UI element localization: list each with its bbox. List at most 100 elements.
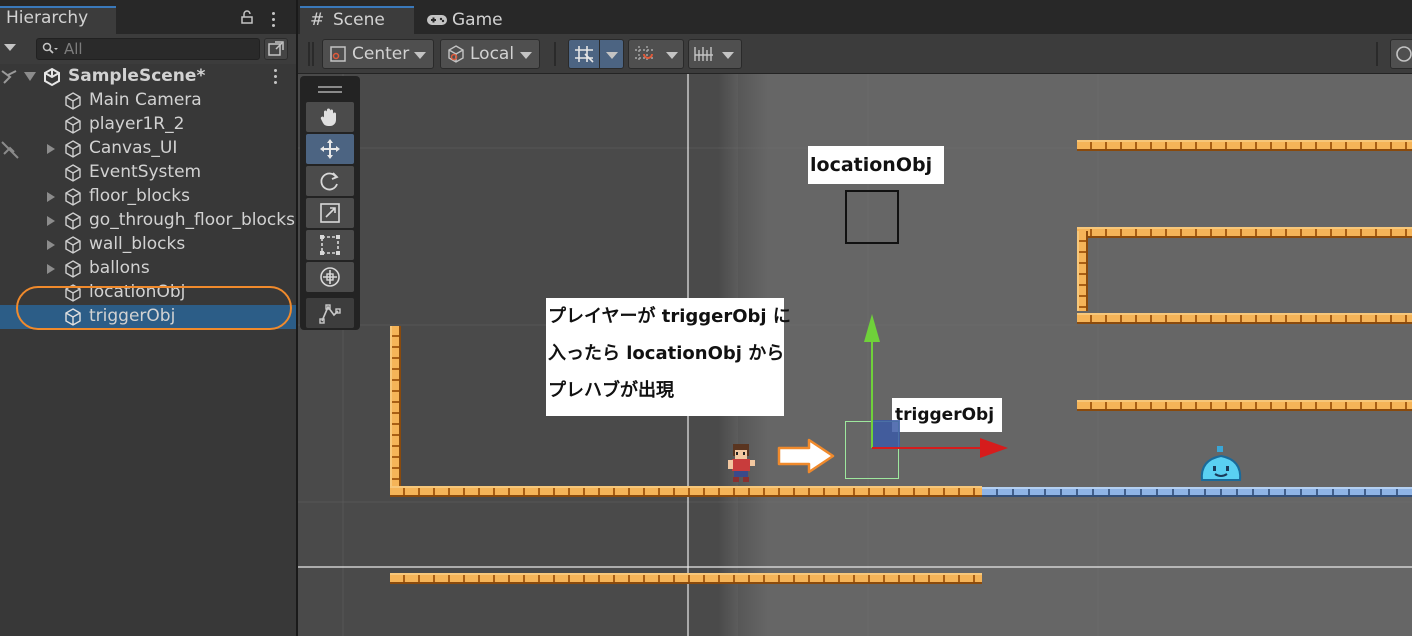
increment-settings-dropdown[interactable] bbox=[688, 39, 742, 69]
hierarchy-item-player[interactable]: player1R_2 bbox=[0, 113, 296, 137]
gameobject-icon bbox=[65, 212, 81, 230]
hand-tool-button[interactable] bbox=[306, 102, 354, 132]
floor-block bbox=[1077, 140, 1412, 151]
tab-game[interactable]: Game bbox=[420, 6, 520, 34]
explanation-callout: プレイヤーが triggerObj に 入ったら locationObj から … bbox=[546, 298, 791, 416]
hierarchy-item-label: go_through_floor_blocks bbox=[89, 210, 295, 230]
scene-root-row[interactable]: SampleScene* bbox=[0, 65, 296, 89]
floor-block bbox=[390, 573, 982, 584]
dropdown-arrow-icon bbox=[722, 52, 734, 59]
orbit-icon bbox=[1396, 46, 1412, 62]
hierarchy-item-wall-blocks[interactable]: wall_blocks bbox=[0, 233, 296, 257]
tools-grip[interactable] bbox=[318, 91, 342, 93]
hierarchy-item-label: floor_blocks bbox=[89, 186, 190, 206]
location-obj-marker[interactable] bbox=[845, 190, 899, 244]
expand-arrow-icon[interactable] bbox=[47, 216, 55, 226]
floor-block bbox=[1077, 227, 1412, 238]
tab-scene[interactable]: # Scene bbox=[300, 6, 414, 34]
expand-arrow-icon[interactable] bbox=[47, 240, 55, 250]
tools-grip[interactable] bbox=[318, 86, 342, 88]
location-obj-label: locationObj bbox=[808, 146, 944, 184]
tab-scene-label: Scene bbox=[333, 10, 385, 30]
editor-tool-icon bbox=[319, 304, 341, 324]
rect-tool-button[interactable] bbox=[306, 230, 354, 260]
scene-visibility-icon[interactable] bbox=[0, 67, 20, 87]
hierarchy-item-label: Main Camera bbox=[89, 90, 202, 110]
slime-sprite bbox=[1200, 446, 1242, 481]
wall-block bbox=[390, 326, 401, 489]
floor-block bbox=[1077, 400, 1412, 411]
rotate-tool-button[interactable] bbox=[306, 166, 354, 196]
player-sprite bbox=[728, 444, 755, 482]
expand-arrow-icon[interactable] bbox=[47, 264, 55, 274]
gameobject-icon bbox=[65, 164, 81, 182]
tab-game-label: Game bbox=[452, 10, 503, 30]
wall-block bbox=[1077, 231, 1088, 311]
scale-tool-button[interactable] bbox=[306, 198, 354, 228]
hierarchy-item-label: EventSystem bbox=[89, 162, 202, 182]
callout-line: プレイヤーが triggerObj に bbox=[548, 306, 791, 327]
pivot-center-dropdown[interactable]: Center bbox=[322, 39, 434, 69]
hierarchy-item-label: wall_blocks bbox=[89, 234, 186, 254]
dropdown-arrow-icon bbox=[606, 52, 618, 59]
toolbar-separator bbox=[1376, 42, 1378, 66]
hierarchy-item-canvas-ui[interactable]: Canvas_UI bbox=[0, 137, 296, 161]
unity-scene-icon bbox=[44, 67, 60, 87]
grid-snap-icon bbox=[575, 46, 594, 63]
increment-snap-icon bbox=[635, 46, 653, 62]
gameobject-icon bbox=[65, 92, 81, 110]
grid-snap-toggle[interactable] bbox=[568, 39, 624, 69]
ruler-icon bbox=[694, 47, 713, 61]
gizmo-y-arrow bbox=[864, 314, 880, 342]
scale-icon bbox=[320, 203, 340, 223]
hierarchy-item-main-camera[interactable]: Main Camera bbox=[0, 89, 296, 113]
custom-tool-button[interactable] bbox=[306, 298, 354, 328]
scene-visibility-button[interactable] bbox=[1390, 39, 1412, 69]
hierarchy-menu-icon[interactable] bbox=[272, 12, 276, 30]
scene-grid-icon: # bbox=[310, 10, 325, 30]
direction-arrow-icon bbox=[777, 438, 835, 474]
dropdown-arrow-icon bbox=[414, 52, 426, 59]
floor-block bbox=[390, 486, 982, 497]
hierarchy-item-label: player1R_2 bbox=[89, 114, 185, 134]
scene-toolbar: Center Local bbox=[298, 34, 1412, 74]
gizmo-x-arrow bbox=[980, 438, 1008, 458]
scene-menu-icon[interactable] bbox=[274, 69, 278, 87]
toolbar-grip[interactable] bbox=[312, 42, 314, 66]
dropdown-arrow-icon bbox=[520, 52, 532, 59]
hierarchy-item-ballons[interactable]: ballons bbox=[0, 257, 296, 281]
search-expand-button[interactable] bbox=[264, 38, 288, 60]
hand-icon bbox=[320, 108, 336, 126]
transform-tool-button[interactable] bbox=[306, 262, 354, 292]
move-icon bbox=[320, 139, 340, 159]
local-rotation-icon bbox=[448, 45, 464, 63]
center-pivot-icon bbox=[330, 46, 346, 62]
hierarchy-item-label: Canvas_UI bbox=[89, 138, 178, 158]
toolbar-grip[interactable] bbox=[308, 42, 310, 66]
toolbar-separator bbox=[554, 42, 556, 66]
hierarchy-item-floor-blocks[interactable]: floor_blocks bbox=[0, 185, 296, 209]
gamepad-icon bbox=[427, 15, 447, 25]
pivot-rotation-dropdown[interactable]: Local bbox=[440, 39, 540, 69]
pivot-rotation-label: Local bbox=[470, 44, 515, 64]
scene-name: SampleScene* bbox=[68, 66, 206, 86]
hierarchy-title: Hierarchy bbox=[6, 8, 89, 28]
lock-icon[interactable] bbox=[240, 10, 254, 24]
expand-arrow-icon[interactable] bbox=[47, 144, 55, 154]
expand-arrow-icon[interactable] bbox=[47, 192, 55, 202]
gameobject-icon bbox=[65, 260, 81, 278]
move-gizmo[interactable] bbox=[860, 312, 1010, 462]
rect-transform-icon bbox=[320, 235, 340, 255]
expand-icon bbox=[268, 41, 284, 56]
gameobject-icon bbox=[65, 188, 81, 206]
search-icon bbox=[42, 42, 58, 54]
move-tool-button[interactable] bbox=[306, 134, 354, 164]
create-dropdown-icon[interactable] bbox=[4, 44, 16, 51]
increment-snap-toggle[interactable] bbox=[628, 39, 684, 69]
rotate-icon bbox=[320, 172, 339, 191]
hierarchy-item-go-through-floor-blocks[interactable]: go_through_floor_blocks bbox=[0, 209, 296, 233]
pivot-center-label: Center bbox=[352, 44, 410, 64]
collapse-arrow-icon[interactable] bbox=[24, 72, 36, 81]
floor-block bbox=[1077, 313, 1412, 324]
hierarchy-item-event-system[interactable]: EventSystem bbox=[0, 161, 296, 185]
